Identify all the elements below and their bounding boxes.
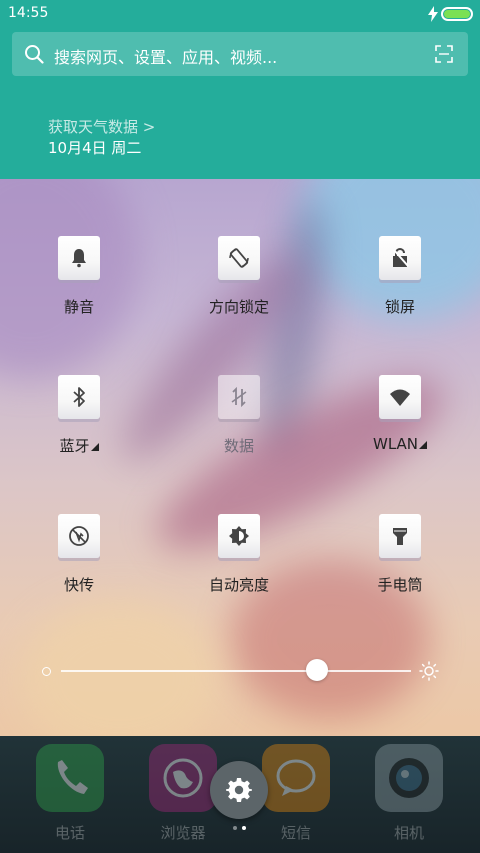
battery-level [444, 10, 470, 18]
bluetooth-icon [73, 387, 85, 407]
toggle-silent[interactable]: 静音 [19, 236, 139, 346]
toggle-quick-transfer[interactable]: 快传 [19, 514, 139, 624]
quick-transfer-icon [69, 526, 89, 546]
search-icon [25, 45, 44, 64]
scan-icon[interactable] [435, 45, 453, 63]
dock-app-label: 短信 [280, 824, 311, 842]
toggle-silent-tile[interactable] [58, 236, 100, 280]
clock: 14:55 [8, 5, 49, 21]
battery-icon [441, 7, 473, 21]
dock-app-phone: 电话 [20, 736, 120, 853]
charging-icon [428, 6, 438, 22]
flashlight-icon [393, 528, 407, 545]
search-input[interactable]: 搜索网页、设置、应用、视频... [54, 44, 277, 68]
toggle-flashlight-label: 手电筒 [377, 576, 423, 594]
toggle-auto-brightness[interactable]: 自动亮度 [179, 514, 299, 624]
brightness-slider-thumb[interactable] [305, 659, 328, 681]
more-options-icon[interactable] [419, 441, 427, 449]
toggle-rotation-lock-tile[interactable] [218, 236, 260, 280]
toggle-flashlight[interactable]: 手电筒 [340, 514, 460, 624]
toggle-quick-transfer-label: 快传 [63, 576, 94, 594]
toggle-lock-screen[interactable]: 锁屏 [340, 236, 460, 346]
brightness-high-icon [419, 661, 439, 681]
browser-icon [149, 744, 217, 812]
quick-settings-panel: 静音 方向锁定 锁屏 蓝牙 数据 WLAN 快传 自动亮度 手电筒 [0, 179, 480, 736]
toggle-bluetooth-tile[interactable] [58, 375, 100, 419]
toggle-flashlight-tile[interactable] [379, 514, 421, 558]
toggle-wlan-label: WLAN [340, 435, 460, 453]
settings-button[interactable] [210, 761, 268, 819]
toggle-quick-transfer-tile[interactable] [58, 514, 100, 558]
toggle-bluetooth-label: 蓝牙 [19, 435, 139, 456]
more-options-icon[interactable] [90, 443, 99, 451]
status-bar: 14:55 [0, 0, 480, 28]
brightness-low-icon [42, 667, 51, 676]
toggle-wlan[interactable]: WLAN [340, 375, 460, 485]
rotation-lock-icon [229, 248, 249, 268]
auto-brightness-icon [229, 526, 249, 546]
toggle-auto-brightness-label: 自动亮度 [208, 576, 269, 594]
dock-app-camera: 相机 [359, 736, 459, 853]
home-dock: 电话 浏览器 短信 相机 [0, 736, 480, 853]
dock-app-label: 电话 [54, 824, 85, 842]
dock-app-label: 浏览器 [160, 824, 206, 842]
phone-icon [36, 744, 104, 812]
toggle-bluetooth[interactable]: 蓝牙 [19, 375, 139, 485]
messages-icon [262, 744, 330, 812]
mobile-data-icon [231, 386, 247, 408]
toggle-mobile-data-tile[interactable] [218, 375, 260, 419]
search-bar[interactable]: 搜索网页、设置、应用、视频... [12, 32, 468, 76]
toggle-silent-label: 静音 [63, 298, 94, 316]
lock-screen-icon [393, 247, 409, 267]
weather-link[interactable]: 获取天气数据 > [48, 116, 155, 137]
page-indicator-dot [233, 826, 237, 830]
toggle-rotation-lock[interactable]: 方向锁定 [179, 236, 299, 346]
toggle-mobile-data-label: 数据 [223, 437, 254, 455]
bell-icon [72, 249, 86, 268]
brightness-slider-track[interactable] [61, 670, 411, 672]
toggle-rotation-lock-label: 方向锁定 [208, 298, 269, 316]
page-indicator-dot-active [242, 826, 246, 830]
dock-app-label: 相机 [393, 824, 424, 842]
wifi-icon [390, 389, 410, 406]
toggle-auto-brightness-tile[interactable] [218, 514, 260, 558]
date-label: 10月4日 周二 [48, 139, 142, 157]
gear-icon [226, 778, 252, 802]
toggle-mobile-data[interactable]: 数据 [179, 375, 299, 485]
camera-icon [375, 744, 443, 812]
toggle-wlan-tile[interactable] [379, 375, 421, 419]
toggle-lock-screen-tile[interactable] [379, 236, 421, 280]
notification-header: 14:55 搜索网页、设置、应用、视频... 获取天气数据 > 10月4日 周二 [0, 0, 480, 179]
toggle-lock-screen-label: 锁屏 [384, 298, 415, 316]
